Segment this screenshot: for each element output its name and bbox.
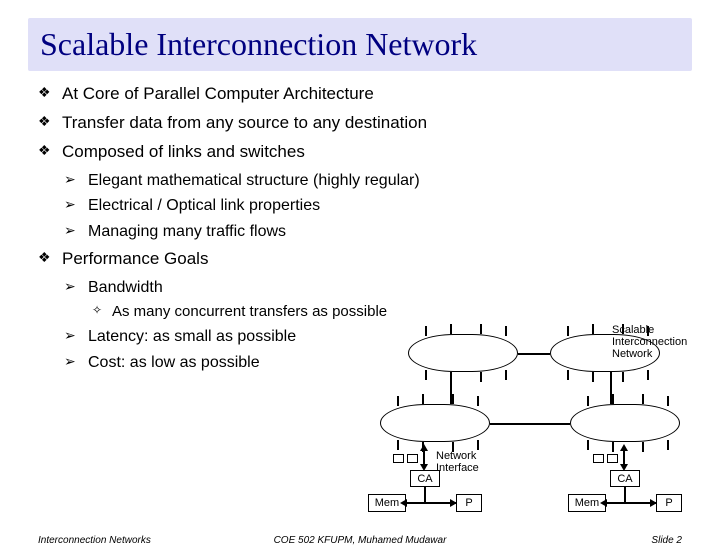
ca-box: CA [610,470,640,487]
cloud-icon [570,404,680,442]
tick [587,396,589,406]
p-box: P [656,494,682,512]
sub-bullet: Bandwidth [64,277,682,299]
tick [642,394,644,404]
tick [667,440,669,450]
tick [452,394,454,404]
arrowhead-left-icon [600,499,607,507]
tick [480,324,482,334]
tick [397,440,399,450]
chip-icon [407,454,418,463]
slide-title: Scalable Interconnection Network [28,18,692,71]
chip-icon [393,454,404,463]
arrowhead-up-icon [420,444,428,451]
footer-left: Interconnection Networks [38,535,199,546]
bus-line [606,502,656,504]
sub-bullet: Managing many traffic flows [64,221,682,243]
arrowhead-right-icon [650,499,657,507]
ca-box: CA [410,470,440,487]
tick [425,326,427,336]
slide-footer: Interconnection Networks COE 502 KFUPM, … [0,535,720,546]
bus-line [624,487,626,503]
bus-line [424,487,426,503]
tick [422,394,424,404]
tick [477,440,479,450]
tick [505,326,507,336]
footer-right: Slide 2 [521,535,682,546]
tick [397,396,399,406]
tick [647,370,649,380]
tick [642,442,644,452]
tick [425,370,427,380]
subsub-bullet: As many concurrent transfers as possible [92,302,682,322]
bullet: Performance Goals [38,248,682,271]
cloud-icon [380,404,490,442]
network-diagram: Scalable Interconnection Network Network… [390,334,680,514]
sub-bullet: Elegant mathematical structure (highly r… [64,170,682,192]
tick [477,396,479,406]
tick [567,370,569,380]
tick [450,324,452,334]
arrowhead-left-icon [400,499,407,507]
tick [480,372,482,382]
cloud-icon [408,334,518,372]
diagram-label: Network Interface [436,450,488,474]
tick [592,324,594,334]
tick [622,372,624,382]
bullet: Composed of links and switches [38,141,682,164]
tick [667,396,669,406]
tick [612,442,614,452]
arrowhead-up-icon [620,444,628,451]
tick [567,326,569,336]
diagram-label: Scalable Interconnection Network [612,324,692,360]
tick [592,372,594,382]
tick [505,370,507,380]
footer-center: COE 502 KFUPM, Muhamed Mudawar [199,535,521,546]
bus-line [406,502,456,504]
bullet: At Core of Parallel Computer Architectur… [38,83,682,106]
link-line [490,423,570,425]
bullet: Transfer data from any source to any des… [38,112,682,135]
link-line [518,353,550,355]
chip-icon [607,454,618,463]
tick [612,394,614,404]
tick [587,440,589,450]
p-box: P [456,494,482,512]
chip-icon [593,454,604,463]
sub-bullet: Electrical / Optical link properties [64,195,682,217]
arrowhead-right-icon [450,499,457,507]
